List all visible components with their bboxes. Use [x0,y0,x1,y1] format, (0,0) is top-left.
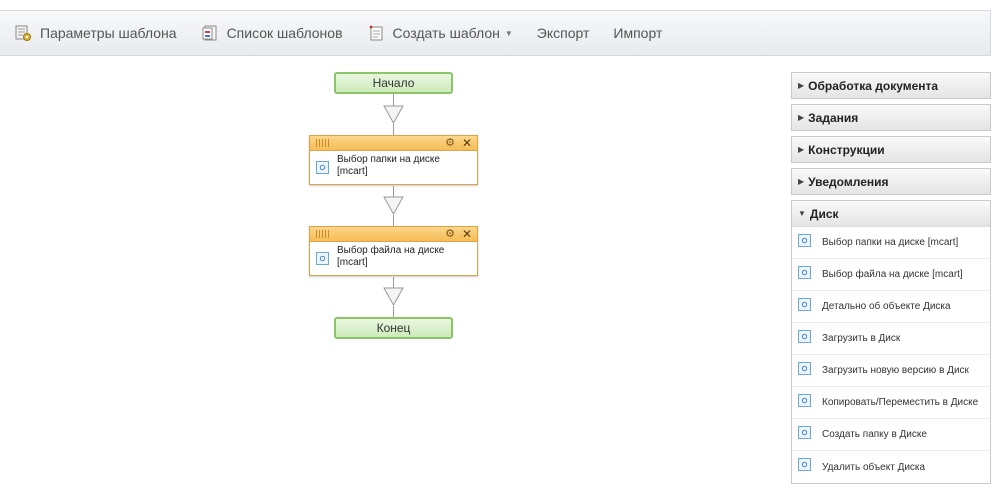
section-label: Обработка документа [808,78,939,93]
toolbox-item[interactable]: Загрузить новую версию в Диск [792,355,990,387]
activity-header: ⚙ ✕ [310,136,477,151]
section-document-processing[interactable]: ▶ Обработка документа [791,72,991,99]
section-label: Диск [809,206,839,221]
activity-icon [316,161,329,174]
section-tasks[interactable]: ▶ Задания [791,104,991,131]
triangle-down-icon: ▼ [798,209,806,218]
activity-label: Выбор файла на диске [mcart] [337,245,445,268]
activity-icon [798,266,811,279]
toolbox-item-label: Загрузить в Диск [822,333,901,344]
toolbar: Параметры шаблона Список шаблонов Создат… [0,10,991,56]
section-notifications[interactable]: ▶ Уведомления [791,168,991,195]
toolbox-item-label: Удалить объект Диска [822,461,926,473]
flow-end-label: Конец [376,321,411,335]
activity-icon [316,252,329,265]
activity-icon [798,426,811,439]
section-constructions[interactable]: ▶ Конструкции [791,136,991,163]
activity-toolbox: ▶ Обработка документа ▶ Задания ▶ Констр… [791,72,991,484]
template-params-label: Параметры шаблона [40,25,177,41]
activity-header: ⚙ ✕ [310,227,477,242]
toolbox-item-label: Детально об объекте Диска [822,301,951,312]
toolbox-item-label: Загрузить новую версию в Диск [822,365,969,376]
flow-arrow-icon[interactable] [383,287,404,307]
toolbox-item[interactable]: Копировать/Переместить в Диске [792,387,990,419]
gear-icon[interactable]: ⚙ [445,227,455,241]
activity-icon [798,234,811,247]
disk-item-list: Выбор папки на диске [mcart] Выбор файла… [792,227,990,483]
close-icon[interactable]: ✕ [462,227,472,241]
template-list-icon [201,24,219,42]
activity-block[interactable]: ⚙ ✕ Выбор файла на диске [mcart] [309,226,478,276]
activity-icon [798,394,811,407]
activity-icon [798,330,811,343]
flow-start-label: Начало [372,76,415,90]
flow-arrow-icon[interactable] [383,105,404,125]
triangle-right-icon: ▶ [798,177,805,186]
toolbox-item[interactable]: Создать папку в Диске [792,419,990,451]
triangle-right-icon: ▶ [798,113,805,122]
gear-icon[interactable]: ⚙ [445,136,455,150]
activity-label: Выбор папки на диске [mcart] [337,154,440,177]
create-template-label: Создать шаблон [392,25,500,41]
import-label: Импорт [613,25,663,41]
template-list-button[interactable]: Список шаблонов [201,11,343,55]
section-label: Уведомления [808,174,889,189]
toolbox-item[interactable]: Загрузить в Диск [792,323,990,355]
activity-icon [798,298,811,311]
toolbox-item-label: Создать папку в Диске [822,429,927,440]
section-label: Конструкции [808,142,885,157]
drag-handle-icon[interactable] [316,139,330,147]
toolbox-item-label: Копировать/Переместить в Диске [822,397,979,408]
activity-icon [798,458,811,471]
toolbox-item-label: Выбор папки на диске [mcart] [822,237,959,248]
toolbox-item[interactable]: Удалить объект Диска [792,451,990,483]
activity-block[interactable]: ⚙ ✕ Выбор папки на диске [mcart] [309,135,478,185]
flow-arrow-icon[interactable] [383,196,404,216]
toolbox-item[interactable]: Выбор файла на диске [mcart] [792,259,990,291]
section-disk-header[interactable]: ▼ Диск [792,200,990,227]
flow-end-node: Конец [334,317,453,339]
template-list-label: Список шаблонов [226,25,343,41]
flow-start-node: Начало [334,72,453,94]
export-label: Экспорт [536,25,590,41]
section-disk: ▼ Диск Выбор папки на диске [mcart] Выбо… [791,200,991,484]
section-label: Задания [808,110,859,125]
toolbox-item-label: Выбор файла на диске [mcart] [822,269,963,280]
toolbox-item[interactable]: Детально об объекте Диска [792,291,990,323]
drag-handle-icon[interactable] [316,230,330,238]
template-params-button[interactable]: Параметры шаблона [14,11,177,55]
create-template-dropdown[interactable]: Создать шаблон ▼ [367,11,513,55]
template-settings-icon [14,24,32,42]
export-button[interactable]: Экспорт [537,11,590,55]
chevron-down-icon: ▼ [504,28,513,38]
toolbox-item[interactable]: Выбор папки на диске [mcart] [792,227,990,259]
activity-icon [798,362,811,375]
import-button[interactable]: Импорт [613,11,662,55]
triangle-right-icon: ▶ [798,81,805,90]
triangle-right-icon: ▶ [798,145,805,154]
close-icon[interactable]: ✕ [462,136,472,150]
new-document-icon [367,24,385,42]
